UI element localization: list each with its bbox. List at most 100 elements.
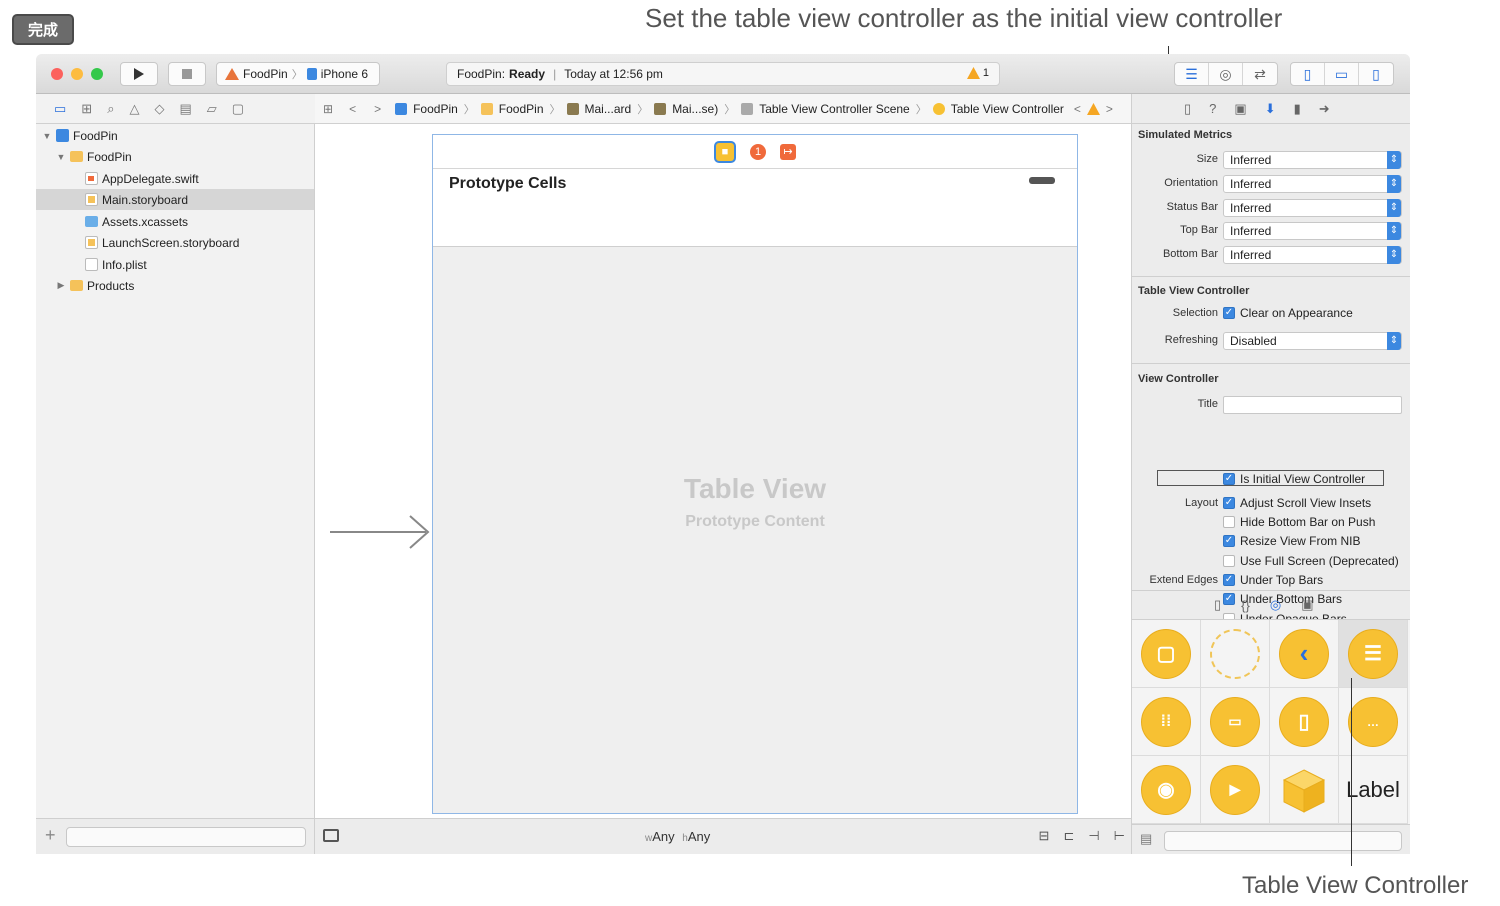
size-inspector-icon[interactable]: ▮ <box>1294 101 1301 117</box>
library-grid-toggle-icon[interactable]: ▤ <box>1140 831 1152 847</box>
connections-inspector-icon[interactable]: ➜ <box>1319 101 1330 117</box>
prototype-cells-area[interactable]: Prototype Cells <box>433 169 1077 247</box>
checkbox[interactable] <box>1223 555 1235 567</box>
symbol-navigator-icon[interactable]: ⊞ <box>81 101 92 117</box>
tree-row-project[interactable]: ▼ FoodPin <box>36 125 314 146</box>
exit-icon[interactable]: ↦ <box>780 143 796 160</box>
library-item-av-player-view-controller[interactable]: ▶ <box>1201 756 1270 824</box>
library-item-page-view-controller[interactable]: … <box>1339 688 1408 756</box>
checkbox[interactable]: ✓ <box>1223 574 1235 586</box>
folder-icon[interactable]: ▭ <box>54 101 66 117</box>
disclosure-closed-icon[interactable]: ▶ <box>56 280 66 291</box>
top-bar-popup[interactable]: Inferred <box>1223 222 1402 240</box>
bottom-bar-popup[interactable]: Inferred <box>1223 246 1402 264</box>
initial-entry-arrow-icon[interactable] <box>330 512 430 552</box>
next-issue-icon[interactable]: > <box>1106 102 1113 116</box>
clear-on-appearance-checkbox[interactable]: ✓ Clear on Appearance <box>1223 306 1353 320</box>
status-bar-popup[interactable]: Inferred <box>1223 199 1402 217</box>
done-button[interactable]: 完成 <box>12 14 74 45</box>
checkbox[interactable]: ✓ <box>1223 535 1235 547</box>
attributes-inspector-icon[interactable]: ⬇ <box>1265 101 1276 117</box>
standard-editor-icon[interactable]: ☰ <box>1175 63 1209 85</box>
related-items-icon[interactable]: ⊞ <box>323 102 333 116</box>
tree-row-appdelegate[interactable]: AppDelegate.swift <box>36 168 314 189</box>
under-top-bars-checkbox[interactable]: ✓ Under Top Bars <box>1223 573 1323 587</box>
quick-help-icon[interactable]: ? <box>1209 101 1216 116</box>
jumpbar-item[interactable]: FoodPin <box>413 102 458 116</box>
warning-icon[interactable] <box>1086 102 1100 115</box>
library-item-view-controller[interactable]: ▢ <box>1132 620 1201 688</box>
issue-navigator-icon[interactable]: △ <box>129 101 139 117</box>
is-initial-view-controller-checkbox[interactable]: ✓ Is Initial View Controller <box>1223 472 1365 486</box>
table-view-controller-scene[interactable]: ■ 1 ↦ Prototype Cells Table View Prototy… <box>432 134 1078 814</box>
adjust-scroll-insets-checkbox[interactable]: ✓ Adjust Scroll View Insets <box>1223 496 1371 510</box>
refreshing-popup[interactable]: Disabled <box>1223 332 1402 350</box>
use-full-screen-checkbox[interactable]: Use Full Screen (Deprecated) <box>1223 554 1399 568</box>
tree-row-infoplist[interactable]: Info.plist <box>36 254 314 275</box>
library-item-label[interactable]: Label <box>1339 756 1408 824</box>
navigator-filter-field[interactable] <box>66 827 306 847</box>
minimize-window-button[interactable] <box>71 68 83 80</box>
align-icon[interactable]: ⊏ <box>1063 828 1074 844</box>
debug-navigator-icon[interactable]: ▤ <box>179 101 191 117</box>
size-class-selector[interactable]: wAny hAny <box>645 829 710 844</box>
back-icon[interactable]: < <box>349 102 356 116</box>
resize-from-nib-checkbox[interactable]: ✓ Resize View From NIB <box>1223 534 1360 548</box>
media-library-icon[interactable]: ▣ <box>1301 597 1313 613</box>
jumpbar-item[interactable]: Mai...ard <box>585 102 632 116</box>
zoom-window-button[interactable] <box>91 68 103 80</box>
resolve-icon[interactable]: ⊢ <box>1114 828 1125 844</box>
checkbox[interactable] <box>1223 516 1235 528</box>
library-item-object[interactable] <box>1270 756 1339 824</box>
library-filter-field[interactable] <box>1164 831 1402 851</box>
view-controller-icon[interactable]: ■ <box>714 140 736 163</box>
breakpoint-navigator-icon[interactable]: ▱ <box>207 101 217 117</box>
scheme-selector[interactable]: FoodPin 〉 iPhone 6 <box>216 62 380 86</box>
tree-row-assets[interactable]: Assets.xcassets <box>36 211 314 232</box>
run-button[interactable] <box>120 62 158 86</box>
assistant-editor-icon[interactable]: ◎ <box>1209 63 1243 85</box>
close-window-button[interactable] <box>51 68 63 80</box>
jumpbar-item[interactable]: FoodPin <box>499 102 544 116</box>
stop-button[interactable] <box>168 62 206 86</box>
orientation-popup[interactable]: Inferred <box>1223 175 1402 193</box>
library-item-table-view-controller[interactable]: ☰ <box>1339 620 1408 688</box>
version-editor-icon[interactable]: ⇄ <box>1243 63 1277 85</box>
toggle-utilities-icon[interactable]: ▯ <box>1359 63 1393 85</box>
jumpbar-item[interactable]: Table View Controller <box>951 102 1064 116</box>
library-item-collection-view-controller[interactable]: ⁞⁞ <box>1132 688 1201 756</box>
disclosure-open-icon[interactable]: ▼ <box>56 152 66 162</box>
toggle-debug-area-icon[interactable]: ▭ <box>1325 63 1359 85</box>
identity-inspector-icon[interactable]: ▣ <box>1234 101 1246 117</box>
file-template-library-icon[interactable]: ▯ <box>1214 597 1221 613</box>
forward-icon[interactable]: > <box>374 102 381 116</box>
disclosure-open-icon[interactable]: ▼ <box>42 131 52 141</box>
object-library-icon[interactable]: ◎ <box>1270 597 1281 613</box>
title-field[interactable] <box>1223 396 1402 414</box>
library-item-split-view-controller[interactable]: ▯ <box>1270 688 1339 756</box>
file-inspector-icon[interactable]: ▯ <box>1184 101 1191 117</box>
test-navigator-icon[interactable]: ◇ <box>154 101 164 117</box>
checkbox[interactable]: ✓ <box>1223 473 1235 485</box>
library-item-tab-bar-controller[interactable]: ▭ <box>1201 688 1270 756</box>
toggle-navigator-icon[interactable]: ▯ <box>1291 63 1325 85</box>
jumpbar-item[interactable]: Mai...se) <box>672 102 718 116</box>
tree-row-products[interactable]: ▶ Products <box>36 275 314 296</box>
first-responder-icon[interactable]: 1 <box>750 143 766 160</box>
checkbox[interactable]: ✓ <box>1223 497 1235 509</box>
add-icon[interactable]: + <box>45 825 56 846</box>
code-snippet-library-icon[interactable]: {} <box>1241 598 1250 613</box>
tree-row-main-storyboard[interactable]: Main.storyboard <box>36 189 314 210</box>
previous-issue-icon[interactable]: < <box>1074 102 1081 116</box>
storyboard-canvas[interactable]: ■ 1 ↦ Prototype Cells Table View Prototy… <box>315 124 1131 818</box>
library-item-storyboard-reference[interactable] <box>1201 620 1270 688</box>
pin-icon[interactable]: ⊣ <box>1088 828 1099 844</box>
tree-row-launchscreen[interactable]: LaunchScreen.storyboard <box>36 232 314 253</box>
document-outline-toggle-icon[interactable] <box>323 829 339 842</box>
report-navigator-icon[interactable]: ▢ <box>232 101 244 117</box>
tree-row-group-foodpin[interactable]: ▼ FoodPin <box>36 146 314 167</box>
library-item-glkit-view-controller[interactable]: ◉ <box>1132 756 1201 824</box>
warning-indicator[interactable]: 1 <box>966 67 989 79</box>
size-popup[interactable]: Inferred <box>1223 151 1402 169</box>
stack-icon[interactable]: ⊟ <box>1039 828 1050 844</box>
